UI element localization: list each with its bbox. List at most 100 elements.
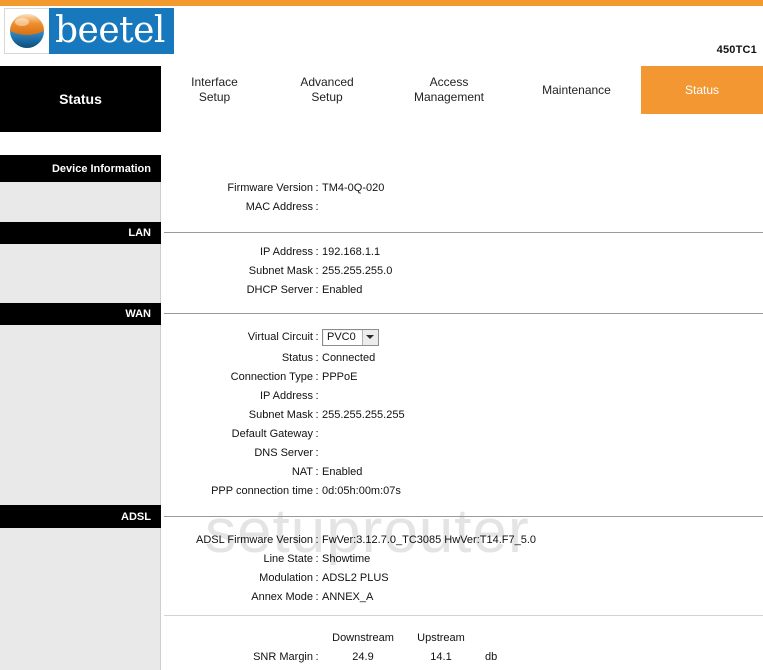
value-firmware-version: TM4-0Q-020 bbox=[322, 181, 385, 194]
tab-advanced-setup[interactable]: Advanced Setup bbox=[268, 66, 386, 114]
label-mac-address: MAC Address bbox=[245, 200, 313, 213]
lan-rows: IP Address : 192.168.1.1 Subnet Mask : 2… bbox=[161, 242, 763, 299]
colon: : bbox=[315, 264, 319, 277]
row-virtual-circuit: Virtual Circuit : PVC0 bbox=[161, 326, 763, 348]
brand-logo: beetel bbox=[4, 8, 174, 54]
label-wan-ip-address: IP Address bbox=[260, 389, 313, 402]
label-default-gateway: Default Gateway bbox=[231, 427, 313, 440]
value-snr-margin-upstream: 14.1 bbox=[430, 650, 452, 663]
colon: : bbox=[315, 370, 319, 383]
tab-status[interactable]: Status bbox=[641, 66, 763, 114]
row-firmware-version: Firmware Version : TM4-0Q-020 bbox=[161, 178, 763, 197]
stats-header-row: Downstream Upstream bbox=[161, 628, 763, 647]
virtual-circuit-selected-value: PVC0 bbox=[327, 331, 356, 343]
section-sidebar: Device Information LAN WAN ADSL bbox=[0, 134, 161, 670]
tab-interface-setup[interactable]: Interface Setup bbox=[161, 66, 268, 114]
main-tab-bar: Interface Setup Advanced Setup Access Ma… bbox=[161, 66, 763, 114]
colon: : bbox=[315, 484, 319, 497]
colon: : bbox=[315, 571, 319, 584]
adsl-rows: ADSL Firmware Version : FwVer:3.12.7.0_T… bbox=[161, 530, 763, 606]
label-wan-status: Status bbox=[281, 351, 313, 364]
tab-maintenance[interactable]: Maintenance bbox=[512, 66, 641, 114]
label-ppp-connection-time: PPP connection time bbox=[211, 484, 313, 497]
label-virtual-circuit: Virtual Circuit bbox=[247, 331, 313, 343]
label-snr-margin: SNR Margin bbox=[253, 650, 313, 663]
stats-column-upstream: Upstream bbox=[417, 631, 465, 644]
colon: : bbox=[315, 331, 319, 343]
unit-snr-margin: db bbox=[485, 650, 498, 663]
virtual-circuit-select-wrap: PVC0 bbox=[321, 328, 379, 346]
colon: : bbox=[315, 427, 319, 440]
sidebar-heading-lan: LAN bbox=[0, 222, 161, 244]
colon: : bbox=[315, 283, 319, 296]
tab-interface-setup-line2: Setup bbox=[198, 90, 231, 104]
chevron-down-icon[interactable] bbox=[361, 329, 378, 345]
value-ppp-connection-time: 0d:05h:00m:07s bbox=[322, 484, 401, 497]
divider-adsl bbox=[164, 516, 763, 517]
tab-advanced-setup-line1: Advanced bbox=[300, 75, 354, 89]
brand-wordmark: beetel bbox=[49, 8, 174, 54]
sphere-logo-icon bbox=[4, 8, 50, 54]
colon: : bbox=[315, 351, 319, 364]
sidebar-heading-wan: WAN bbox=[0, 303, 161, 325]
colon: : bbox=[315, 181, 319, 194]
stats-row-line-attenuation: Line Attenuation : 42.0 30.0 db bbox=[161, 666, 763, 670]
row-nat: NAT : Enabled bbox=[161, 462, 763, 481]
divider-wan bbox=[164, 313, 763, 314]
colon: : bbox=[315, 200, 319, 213]
colon: : bbox=[315, 389, 319, 402]
label-connection-type: Connection Type bbox=[230, 370, 313, 383]
label-annex-mode: Annex Mode bbox=[251, 590, 313, 603]
row-mac-address: MAC Address : bbox=[161, 197, 763, 216]
value-connection-type: PPPoE bbox=[322, 370, 358, 383]
row-adsl-firmware-version: ADSL Firmware Version : FwVer:3.12.7.0_T… bbox=[161, 530, 763, 549]
row-dns-server: DNS Server : bbox=[161, 443, 763, 462]
sidebar-top-gap bbox=[0, 134, 161, 155]
row-dhcp-server: DHCP Server : Enabled bbox=[161, 280, 763, 299]
value-adsl-firmware-version: FwVer:3.12.7.0_TC3085 HwVer:T14.F7_5.0 bbox=[322, 533, 537, 546]
wan-rows: Virtual Circuit : PVC0 Status : Connecte… bbox=[161, 326, 763, 500]
row-ppp-connection-time: PPP connection time : 0d:05h:00m:07s bbox=[161, 481, 763, 500]
brand-name: beetel bbox=[55, 10, 165, 51]
value-dhcp-server: Enabled bbox=[322, 283, 363, 296]
row-modulation: Modulation : ADSL2 PLUS bbox=[161, 568, 763, 587]
label-adsl-firmware-version: ADSL Firmware Version bbox=[196, 533, 313, 546]
stats-row-snr-margin: SNR Margin : 24.9 14.1 db bbox=[161, 647, 763, 666]
divider-lan bbox=[164, 232, 763, 233]
value-wan-subnet-mask: 255.255.255.255 bbox=[322, 408, 405, 421]
row-wan-status: Status : Connected bbox=[161, 348, 763, 367]
tab-maintenance-label: Maintenance bbox=[542, 82, 611, 97]
content-pane: setuprouter Firmware Version : TM4-0Q-02… bbox=[161, 134, 763, 670]
label-nat: NAT bbox=[291, 465, 313, 478]
colon: : bbox=[315, 408, 319, 421]
tab-access-management-line2: Management bbox=[413, 90, 485, 104]
label-dhcp-server: DHCP Server bbox=[246, 283, 313, 296]
device-information-rows: Firmware Version : TM4-0Q-020 MAC Addres… bbox=[161, 178, 763, 216]
row-default-gateway: Default Gateway : bbox=[161, 424, 763, 443]
value-snr-margin-downstream: 24.9 bbox=[352, 650, 374, 663]
value-lan-subnet-mask: 255.255.255.0 bbox=[322, 264, 393, 277]
page-body: Device Information LAN WAN ADSL setuprou… bbox=[0, 134, 763, 670]
label-modulation: Modulation bbox=[259, 571, 313, 584]
value-lan-ip-address: 192.168.1.1 bbox=[322, 245, 381, 258]
row-lan-ip-address: IP Address : 192.168.1.1 bbox=[161, 242, 763, 261]
virtual-circuit-select[interactable]: PVC0 bbox=[322, 328, 379, 346]
value-annex-mode: ANNEX_A bbox=[322, 590, 374, 603]
value-modulation: ADSL2 PLUS bbox=[322, 571, 389, 584]
label-line-state: Line State bbox=[263, 552, 313, 565]
colon: : bbox=[315, 552, 319, 565]
label-lan-ip-address: IP Address bbox=[260, 245, 313, 258]
colon: : bbox=[315, 245, 319, 258]
label-firmware-version: Firmware Version bbox=[227, 181, 313, 194]
colon: : bbox=[315, 446, 319, 459]
row-connection-type: Connection Type : PPPoE bbox=[161, 367, 763, 386]
divider-adsl-stats bbox=[164, 615, 763, 616]
value-nat: Enabled bbox=[322, 465, 363, 478]
model-number: 450TC1 bbox=[716, 44, 757, 56]
navigation-header: Status Interface Setup Advanced Setup Ac… bbox=[0, 60, 763, 194]
row-wan-ip-address: IP Address : bbox=[161, 386, 763, 405]
tab-access-management[interactable]: Access Management bbox=[386, 66, 512, 114]
colon: : bbox=[315, 590, 319, 603]
sidebar-heading-device-information: Device Information bbox=[0, 155, 161, 182]
tab-status-label: Status bbox=[684, 82, 720, 97]
